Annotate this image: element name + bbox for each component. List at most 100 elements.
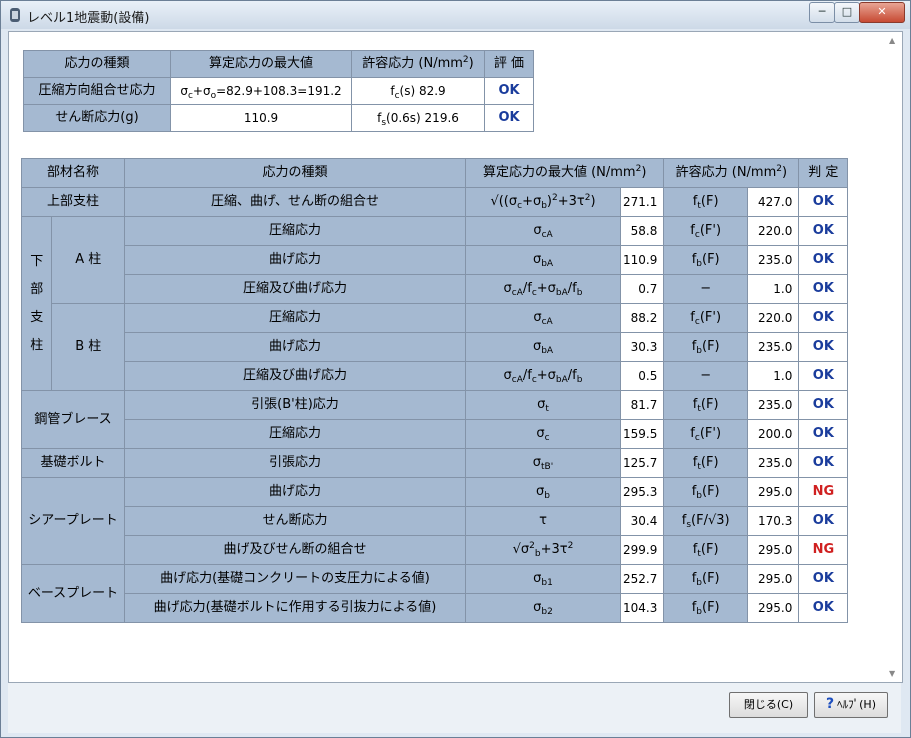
max-value: 110.9 xyxy=(619,245,665,275)
judge: OK xyxy=(798,332,849,362)
formula: σb2 xyxy=(465,593,621,623)
summary-type: 圧縮方向組合せ応力 xyxy=(23,77,171,105)
judge: OK xyxy=(798,593,849,623)
table-row: 圧縮及び曲げ応力 σcA/fc+σbA/fb 0.7 − 1.0 OK xyxy=(22,274,849,304)
member-name: ベースプレート xyxy=(21,564,125,623)
table-row: 上部支柱 圧縮、曲げ、せん断の組合せ √((σc+σb)2+3τ2) 271.1… xyxy=(21,187,849,217)
allow-value: 235.0 xyxy=(746,332,800,362)
formula: σtB' xyxy=(465,448,621,478)
allow-symbol: fc(F') xyxy=(663,419,748,449)
formula: √((σc+σb)2+3τ2) xyxy=(465,187,621,217)
allow-value: 235.0 xyxy=(746,448,800,478)
formula: σbA xyxy=(465,332,621,362)
scroll-up-icon[interactable]: ▲ xyxy=(889,36,895,45)
max-value: 58.8 xyxy=(619,216,665,246)
allow-value: 295.0 xyxy=(746,593,800,623)
stress-type: 引張応力 xyxy=(124,448,466,478)
header-max: 算定応力の最大値 (N/mm2) xyxy=(464,158,665,188)
max-value: 271.1 xyxy=(619,187,665,217)
summary-header-allow: 許容応力 (N/mm2) xyxy=(351,50,485,78)
table-row: 圧縮方向組合せ応力 σc+σo=82.9+108.3=191.2 fc(s) 8… xyxy=(23,77,534,105)
judge: OK xyxy=(798,245,849,275)
table-row: 鋼管ブレース 引張(B'柱)応力 σt 81.7 ft(F) 235.0 OK xyxy=(21,390,849,449)
stress-type: 圧縮及び曲げ応力 xyxy=(124,361,466,391)
max-value: 0.5 xyxy=(619,361,665,391)
stress-type: 曲げ応力 xyxy=(124,245,466,275)
summary-header-max: 算定応力の最大値 xyxy=(170,50,352,78)
table-row: 曲げ応力 σbA 30.3 fb(F) 235.0 OK xyxy=(22,332,849,362)
vertical-scrollbar[interactable]: ▲ ▼ xyxy=(885,32,902,682)
help-icon: ? xyxy=(826,696,835,712)
table-row: シアープレート 曲げ応力 σb 295.3 fb(F) 295.0 NG xyxy=(21,477,849,565)
allow-value: 170.3 xyxy=(746,506,800,536)
maximize-button[interactable]: □ xyxy=(834,2,860,23)
stress-type: 圧縮応力 xyxy=(124,303,466,333)
allow-symbol: fb(F) xyxy=(663,477,748,507)
max-value: 30.3 xyxy=(619,332,665,362)
stress-type: 曲げ応力 xyxy=(124,332,466,362)
max-value: 30.4 xyxy=(619,506,665,536)
judge: OK xyxy=(798,506,849,536)
window-title: レベル1地震動(設備) xyxy=(27,11,150,26)
allow-symbol: fc(F') xyxy=(663,216,748,246)
dialog-window: レベル1地震動(設備) ─ □ ✕ 応力の種類 算定応力の最大値 許容応力 (N… xyxy=(0,0,911,738)
member-name: 基礎ボルト xyxy=(21,448,125,478)
member-name: 鋼管ブレース xyxy=(21,390,125,449)
summary-table: 応力の種類 算定応力の最大値 許容応力 (N/mm2) 評 価 圧縮方向組合せ応… xyxy=(23,50,534,132)
summary-allow: fs(0.6s) 219.6 xyxy=(351,104,485,132)
formula: σcA/fc+σbA/fb xyxy=(465,274,621,304)
member-name: シアープレート xyxy=(21,477,125,565)
formula: √σ2b+3τ2 xyxy=(465,535,621,565)
scroll-down-icon[interactable]: ▼ xyxy=(889,669,895,678)
stress-type: 圧縮、曲げ、せん断の組合せ xyxy=(124,187,466,217)
formula: σcA xyxy=(465,216,621,246)
judge: OK xyxy=(798,564,849,594)
allow-value: 235.0 xyxy=(746,245,800,275)
stress-type: 圧縮応力 xyxy=(124,419,466,449)
max-value: 252.7 xyxy=(619,564,665,594)
close-button[interactable]: 閉じる(C) xyxy=(729,692,808,718)
stress-type: 圧縮及び曲げ応力 xyxy=(124,274,466,304)
minimize-button[interactable]: ─ xyxy=(809,2,835,23)
judge: OK xyxy=(798,187,849,217)
allow-value: 427.0 xyxy=(746,187,800,217)
header-type: 応力の種類 xyxy=(124,158,466,188)
detail-header-row: 部材名称 応力の種類 算定応力の最大値 (N/mm2) 許容応力 (N/mm2)… xyxy=(21,158,849,188)
button-bar: 閉じる(C) ? ﾍﾙﾌﾟ(H) xyxy=(8,683,901,733)
member-name-lower-column: 下部支柱 xyxy=(20,216,53,391)
allow-value: 1.0 xyxy=(746,274,800,304)
header-allow: 許容応力 (N/mm2) xyxy=(663,158,800,188)
summary-header-type: 応力の種類 xyxy=(23,50,171,78)
table-row: ベースプレート 曲げ応力(基礎コンクリートの支圧力による値) σb1 252.7… xyxy=(21,564,849,623)
help-button-label: ﾍﾙﾌﾟ(H) xyxy=(837,698,876,711)
summary-eval: OK xyxy=(484,104,534,132)
allow-value: 295.0 xyxy=(746,477,800,507)
allow-symbol: ft(F) xyxy=(663,390,748,420)
allow-symbol: fb(F) xyxy=(663,245,748,275)
table-row: B 柱 圧縮応力 σcA 88.2 fc(F') 220.0 OK xyxy=(22,303,849,391)
table-row: 曲げ及びせん断の組合せ √σ2b+3τ2 299.9 ft(F) 295.0 N… xyxy=(22,535,849,565)
judge: NG xyxy=(798,477,849,507)
max-value: 81.7 xyxy=(619,390,665,420)
sub-member-b: B 柱 xyxy=(51,303,125,391)
title-bar: レベル1地震動(設備) ─ □ ✕ xyxy=(1,1,910,29)
judge: OK xyxy=(798,390,849,420)
max-value: 104.3 xyxy=(619,593,665,623)
allow-symbol: fc(F') xyxy=(663,303,748,333)
stress-type: 曲げ及びせん断の組合せ xyxy=(124,535,466,565)
max-value: 295.3 xyxy=(619,477,665,507)
table-row: 圧縮及び曲げ応力 σcA/fc+σbA/fb 0.5 − 1.0 OK xyxy=(22,361,849,391)
detail-table: 部材名称 応力の種類 算定応力の最大値 (N/mm2) 許容応力 (N/mm2)… xyxy=(20,158,849,623)
close-window-button[interactable]: ✕ xyxy=(859,2,905,23)
allow-symbol: − xyxy=(663,274,748,304)
judge: OK xyxy=(798,361,849,391)
table-row: 曲げ応力(基礎ボルトに作用する引抜力による値) σb2 104.3 fb(F) … xyxy=(22,593,849,623)
judge: OK xyxy=(798,419,849,449)
allow-symbol: fs(F/√3) xyxy=(663,506,748,536)
summary-header-eval: 評 価 xyxy=(484,50,534,78)
judge: NG xyxy=(798,535,849,565)
help-button[interactable]: ? ﾍﾙﾌﾟ(H) xyxy=(814,692,888,718)
stress-type: 曲げ応力(基礎ボルトに作用する引抜力による値) xyxy=(124,593,466,623)
allow-symbol: fb(F) xyxy=(663,564,748,594)
summary-header-row: 応力の種類 算定応力の最大値 許容応力 (N/mm2) 評 価 xyxy=(23,50,534,78)
